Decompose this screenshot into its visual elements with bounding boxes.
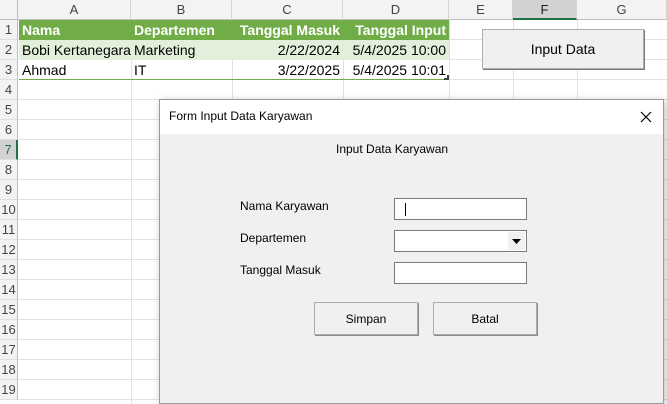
table-cell[interactable]: 3/22/2025 xyxy=(232,60,343,80)
row-header-2[interactable]: 2 xyxy=(0,40,18,60)
tanggal-masuk-label: Tanggal Masuk xyxy=(240,263,321,277)
table-cell[interactable]: 5/4/2025 10:00 xyxy=(343,40,449,60)
employee-input-dialog: Form Input Data Karyawan Input Data Kary… xyxy=(159,99,664,404)
row-header-15[interactable]: 15 xyxy=(0,300,18,320)
row-header-8[interactable]: 8 xyxy=(0,160,18,180)
row-header-14[interactable]: 14 xyxy=(0,280,18,300)
nama-karyawan-label: Nama Karyawan xyxy=(240,199,329,213)
row-header-4[interactable]: 4 xyxy=(0,80,18,100)
batal-button[interactable]: Batal xyxy=(433,302,537,335)
row-header-9[interactable]: 9 xyxy=(0,180,18,200)
departemen-label: Departemen xyxy=(240,231,307,245)
select-all-corner[interactable] xyxy=(0,0,18,20)
column-header-a[interactable]: A xyxy=(18,0,131,20)
column-header-d[interactable]: D xyxy=(343,0,449,20)
text-caret xyxy=(405,203,406,216)
table-cell[interactable]: IT xyxy=(131,60,232,80)
table-resize-handle[interactable] xyxy=(444,75,449,80)
table-header-cell[interactable]: Departemen xyxy=(131,20,232,40)
column-header-c[interactable]: C xyxy=(232,0,343,20)
row-header-18[interactable]: 18 xyxy=(0,360,18,380)
row-header-7[interactable]: 7 xyxy=(0,140,18,160)
row-header-17[interactable]: 17 xyxy=(0,340,18,360)
row-header-5[interactable]: 5 xyxy=(0,100,18,120)
row-header-19[interactable]: 19 xyxy=(0,380,18,400)
row-header-1[interactable]: 1 xyxy=(0,20,18,40)
row-header-6[interactable]: 6 xyxy=(0,120,18,140)
table-header-cell[interactable]: Nama xyxy=(19,20,131,40)
row-header-11[interactable]: 11 xyxy=(0,220,18,240)
simpan-button[interactable]: Simpan xyxy=(314,302,418,335)
dialog-title: Form Input Data Karyawan xyxy=(169,109,313,123)
column-header-f[interactable]: F xyxy=(513,0,577,20)
close-icon[interactable] xyxy=(629,100,663,134)
dialog-titlebar[interactable]: Form Input Data Karyawan xyxy=(160,100,663,134)
column-header-b[interactable]: B xyxy=(131,0,232,20)
dialog-heading: Input Data Karyawan xyxy=(336,142,449,156)
tanggal-masuk-input[interactable] xyxy=(394,262,527,284)
input-data-button[interactable]: Input Data xyxy=(482,29,644,69)
table-cell[interactable]: Marketing xyxy=(131,40,232,60)
nama-karyawan-input[interactable] xyxy=(394,198,527,220)
table-cell[interactable]: 5/4/2025 10:01 xyxy=(343,60,449,80)
table-header-cell[interactable]: Tanggal Masuk xyxy=(232,20,343,40)
row-header-13[interactable]: 13 xyxy=(0,260,18,280)
table-cell[interactable]: Ahmad xyxy=(19,60,131,80)
row-header-12[interactable]: 12 xyxy=(0,240,18,260)
table-bottom-border xyxy=(19,79,449,80)
column-header-g[interactable]: G xyxy=(577,0,667,20)
table-header-cell[interactable]: Tanggal Input xyxy=(343,20,449,40)
table-cell[interactable]: 2/22/2024 xyxy=(232,40,343,60)
chevron-down-icon[interactable] xyxy=(508,232,525,250)
table-cell[interactable]: Bobi Kertanegara xyxy=(19,40,131,60)
departemen-dropdown[interactable] xyxy=(394,230,527,252)
row-header-16[interactable]: 16 xyxy=(0,320,18,340)
column-header-e[interactable]: E xyxy=(449,0,513,20)
row-header-10[interactable]: 10 xyxy=(0,200,18,220)
row-header-3[interactable]: 3 xyxy=(0,60,18,80)
